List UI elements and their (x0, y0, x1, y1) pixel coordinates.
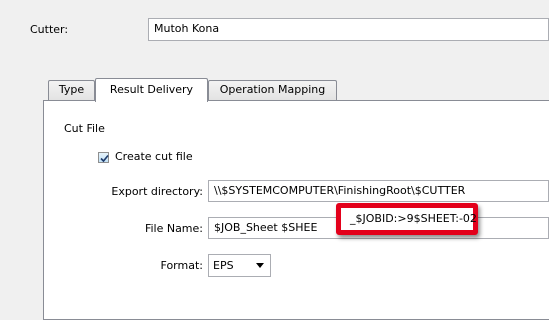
format-label: Format: (160, 259, 203, 272)
tab-result-delivery[interactable]: Result Delivery (95, 78, 208, 102)
export-directory-field[interactable]: \\$SYSTEMCOMPUTER\FinishingRoot\$CUTTER (208, 180, 549, 202)
file-name-label: File Name: (144, 222, 203, 235)
chevron-down-icon (256, 263, 264, 268)
format-select[interactable]: EPS (208, 254, 271, 277)
create-cut-file-checkbox[interactable] (98, 152, 109, 163)
cutter-label: Cutter: (30, 23, 69, 36)
tab-type[interactable]: Type (48, 80, 95, 100)
file-name-highlight-callout: _$JOBID:>9$SHEET:-02 (336, 203, 478, 235)
create-cut-file-label[interactable]: Create cut file (115, 150, 193, 163)
export-directory-label: Export directory: (111, 185, 203, 198)
tab-operation-mapping[interactable]: Operation Mapping (208, 80, 337, 100)
cutter-field[interactable]: Mutoh Kona (148, 18, 549, 41)
cut-file-group-label: Cut File (64, 122, 105, 135)
format-select-value: EPS (213, 259, 234, 272)
checkmark-icon (100, 154, 109, 163)
